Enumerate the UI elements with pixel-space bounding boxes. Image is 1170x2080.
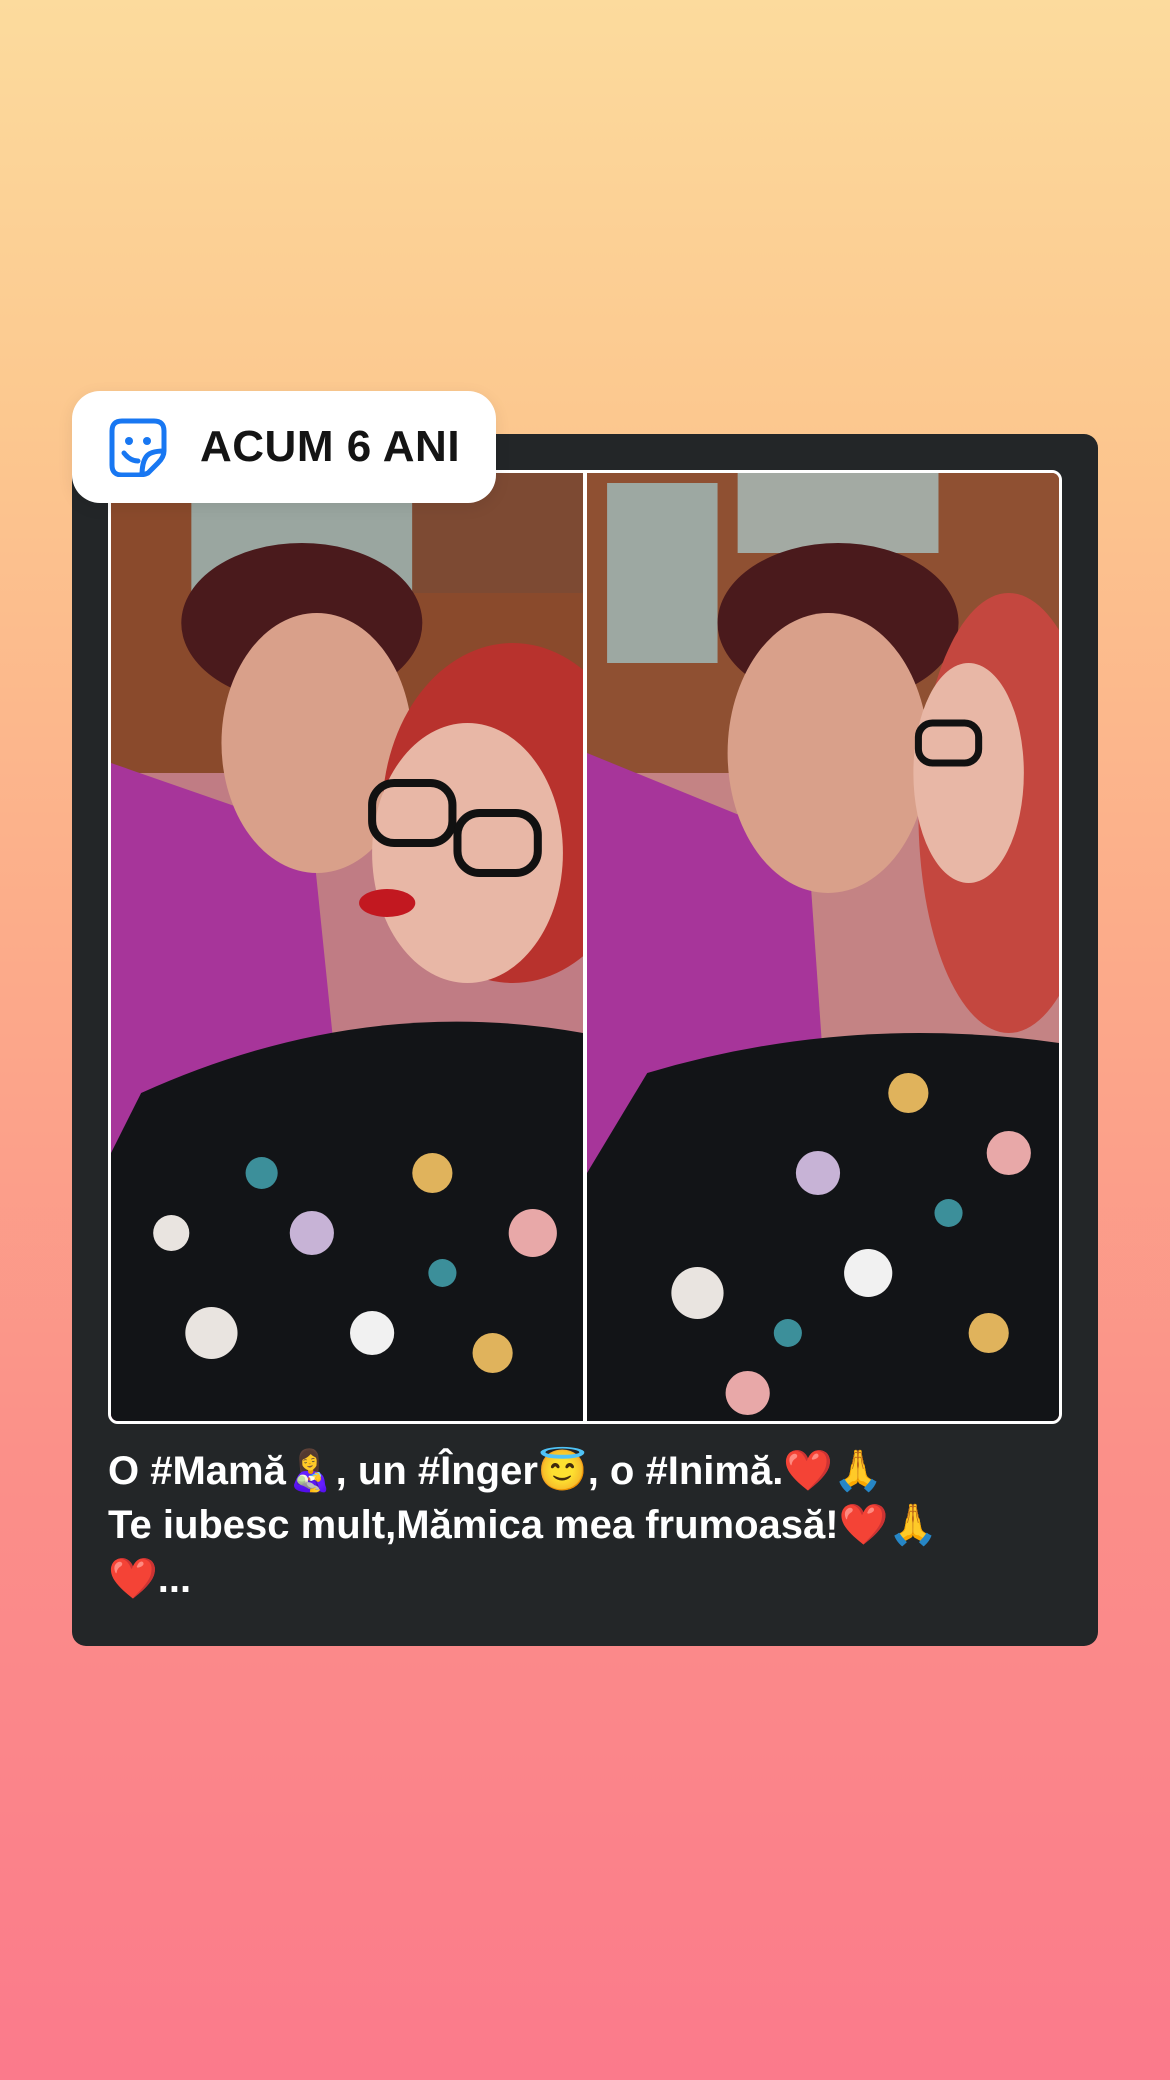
post-caption[interactable]: O #Mamă👩‍🍼, un #Înger😇, o #Inimă.❤️🙏 Te … [108,1444,1068,1606]
memory-age-label: ACUM 6 ANI [200,422,461,471]
memory-story-screen: O #Mamă👩‍🍼, un #Înger😇, o #Inimă.❤️🙏 Te … [0,0,1170,2080]
caption-line: O #Mamă👩‍🍼, un #Înger😇, o #Inimă.❤️🙏 [108,1449,883,1493]
photo-right[interactable] [587,473,1059,1421]
sticker-smiley-icon [108,417,168,478]
memory-post-card[interactable]: O #Mamă👩‍🍼, un #Înger😇, o #Inimă.❤️🙏 Te … [72,434,1098,1646]
caption-line: Te iubesc mult,Mămica mea frumoasă!❤️🙏 [108,1503,939,1547]
caption-line: ❤️... [108,1557,192,1601]
photo-right-image [587,473,1059,1421]
photo-left[interactable] [111,473,583,1421]
photo-left-image [111,473,583,1421]
photo-collage[interactable] [108,470,1062,1424]
memory-date-sticker[interactable]: ACUM 6 ANI [72,391,496,503]
